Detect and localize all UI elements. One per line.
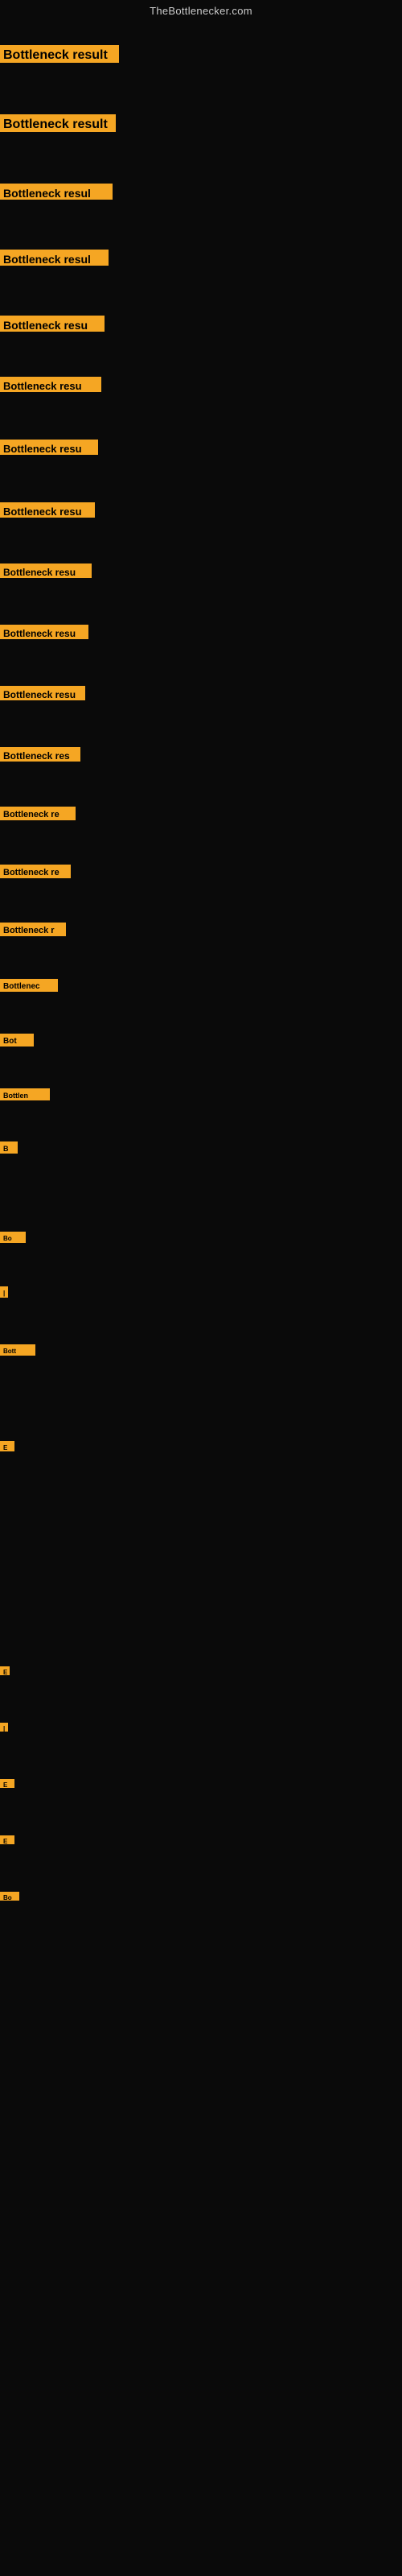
bar-item: Bottleneck result xyxy=(0,45,119,63)
bar-label: Bottleneck resu xyxy=(0,625,88,639)
bar-label: E xyxy=(0,1835,14,1844)
bar-label: Bottleneck resu xyxy=(0,316,105,332)
bar-label: Bottlenec xyxy=(0,979,58,992)
bar-item: Bottlenec xyxy=(0,979,58,992)
bar-item: E xyxy=(0,1666,10,1675)
bar-label: Bottleneck re xyxy=(0,865,71,878)
bar-item: Bo xyxy=(0,1232,26,1243)
bar-label: | xyxy=(0,1286,8,1298)
bar-item: Bottleneck resu xyxy=(0,316,105,332)
bar-label: Bo xyxy=(0,1892,19,1901)
bar-item: Bottleneck resul xyxy=(0,250,109,266)
bar-label: Bottleneck resu xyxy=(0,377,101,392)
bar-item: Bottleneck re xyxy=(0,865,71,878)
bar-label: E xyxy=(0,1441,14,1451)
site-title: TheBottlenecker.com xyxy=(0,0,402,20)
bar-label: E xyxy=(0,1666,10,1675)
bar-item: Bottleneck resul xyxy=(0,184,113,200)
bar-item: | xyxy=(0,1723,8,1732)
bar-label: Bo xyxy=(0,1232,26,1243)
bar-label: E xyxy=(0,1779,14,1788)
bar-label: Bottleneck resul xyxy=(0,250,109,266)
bar-item: | xyxy=(0,1286,8,1298)
bar-label: Bottleneck re xyxy=(0,807,76,820)
bar-item: Bo xyxy=(0,1892,19,1901)
bar-item: Bottleneck resu xyxy=(0,502,95,518)
bar-item: Bottleneck resu xyxy=(0,377,101,392)
bar-item: Bottleneck resu xyxy=(0,564,92,578)
bar-label: Bottleneck resu xyxy=(0,502,95,518)
bar-item: Bottleneck resu xyxy=(0,440,98,455)
bar-item: Bottleneck resu xyxy=(0,686,85,700)
bar-item: B xyxy=(0,1141,18,1154)
bar-label: Bottleneck resul xyxy=(0,184,113,200)
bar-item: Bottleneck result xyxy=(0,114,116,132)
bar-item: Bottleneck r xyxy=(0,923,66,936)
bar-item: E xyxy=(0,1835,14,1844)
bar-label: Bottleneck res xyxy=(0,747,80,762)
bar-item: E xyxy=(0,1779,14,1788)
bar-label: Bottlen xyxy=(0,1088,50,1100)
bar-label: Bottleneck resu xyxy=(0,686,85,700)
bar-label: Bottleneck r xyxy=(0,923,66,936)
bar-label: Bott xyxy=(0,1344,35,1356)
bar-label: Bottleneck resu xyxy=(0,440,98,455)
bar-label: Bottleneck result xyxy=(0,114,116,132)
bar-item: Bottleneck resu xyxy=(0,625,88,639)
bar-item: Bott xyxy=(0,1344,35,1356)
bar-label: Bottleneck result xyxy=(0,45,119,63)
bar-item: Bot xyxy=(0,1034,34,1046)
bar-item: Bottlen xyxy=(0,1088,50,1100)
bar-item: Bottleneck re xyxy=(0,807,76,820)
bar-label: Bottleneck resu xyxy=(0,564,92,578)
bar-item: E xyxy=(0,1441,14,1451)
bar-label: Bot xyxy=(0,1034,34,1046)
bar-item: Bottleneck res xyxy=(0,747,80,762)
bar-label: | xyxy=(0,1723,8,1732)
bar-label: B xyxy=(0,1141,18,1154)
